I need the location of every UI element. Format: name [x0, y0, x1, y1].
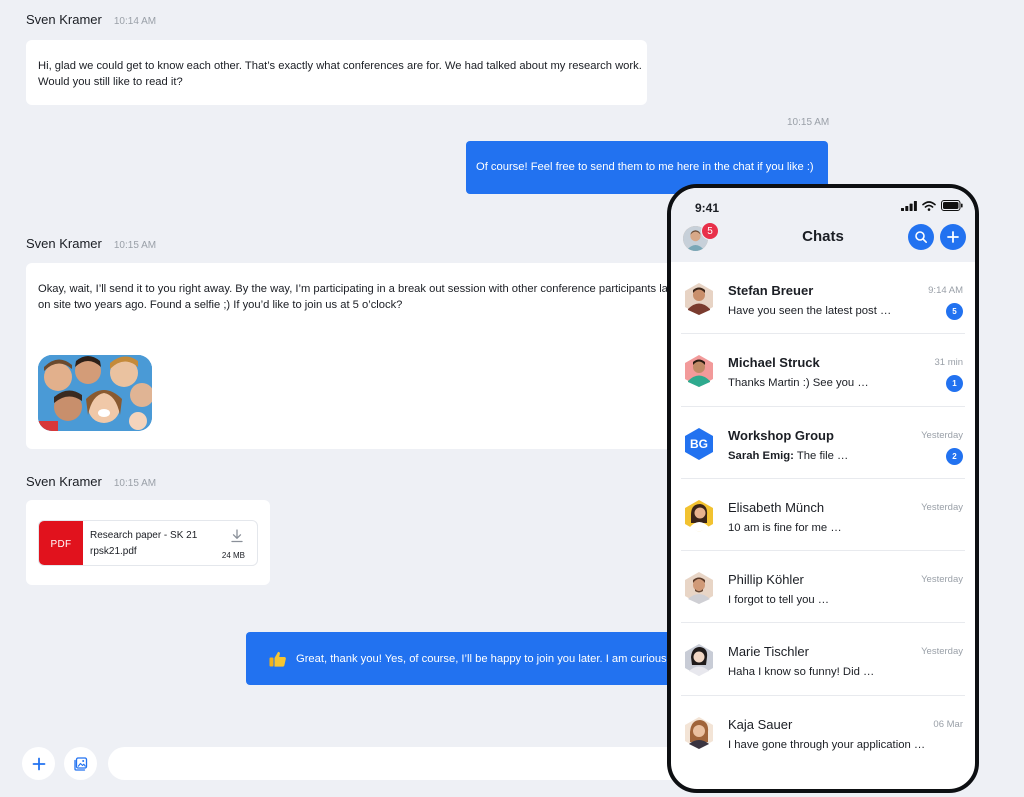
contact-name: Phillip Köhler — [728, 572, 804, 588]
message-text: Great, thank you! Yes, of course, I’ll b… — [296, 652, 667, 665]
unread-count-badge: 2 — [946, 447, 963, 465]
last-message: Thanks Martin :) See you … — [728, 377, 869, 390]
chat-list-item[interactable]: Michael Struck Thanks Martin :) See you … — [681, 334, 965, 407]
selfie-image — [38, 355, 152, 431]
message-text: The file … — [796, 449, 849, 462]
contact-avatar — [685, 499, 713, 532]
chat-list-item[interactable]: Kaja Sauer I have gone through your appl… — [681, 696, 965, 768]
last-message: I forgot to tell you … — [728, 594, 830, 607]
search-icon — [915, 231, 927, 243]
contact-avatar — [685, 283, 713, 315]
phone-mockup: 9:41 5 Chats Stefan Breuer Have you seen… — [667, 184, 979, 793]
status-icons — [901, 200, 963, 211]
incoming-message-1: Hi, glad we could get to know each other… — [26, 40, 647, 105]
outgoing-message-2: Great, thank you! Yes, of course, I’ll b… — [246, 632, 676, 685]
message-time: 10:15 AM — [787, 117, 830, 128]
sender-header-2: Sven Kramer 10:15 AM — [26, 236, 156, 251]
download-icon[interactable] — [229, 528, 245, 544]
plus-icon — [32, 757, 45, 770]
selfie-photo[interactable] — [38, 355, 152, 431]
chat-list-item[interactable]: Elisabeth Münch 10 am is fine for me … Y… — [681, 479, 965, 552]
contact-avatar — [685, 572, 713, 605]
contact-avatar — [685, 716, 713, 749]
group-avatar: BG — [682, 427, 716, 461]
message-time: 10:14 AM — [113, 16, 157, 27]
sender-name: Sven Kramer — [26, 474, 102, 489]
last-message: Sarah Emig: The file … — [728, 450, 848, 462]
contact-name: Stefan Breuer — [728, 283, 814, 298]
add-attachment-button[interactable] — [22, 747, 55, 780]
chat-time: 9:14 AM — [928, 285, 963, 296]
message-time: 10:15 AM — [113, 240, 157, 251]
chat-time: Yesterday — [921, 646, 963, 658]
plus-icon — [947, 231, 959, 243]
status-time: 9:41 — [695, 201, 720, 215]
contact-name: Kaja Sauer — [728, 716, 793, 732]
last-message: Have you seen the latest post … — [728, 305, 892, 317]
contact-name: Marie Tischler — [728, 644, 809, 660]
chat-time: Yesterday — [921, 429, 963, 441]
message-text-line: Hi, glad we could get to know each other… — [38, 60, 642, 72]
sender-name: Sven Kramer — [26, 12, 102, 27]
chat-time: 06 Mar — [933, 718, 963, 730]
contact-avatar — [685, 355, 713, 388]
phone-header: 9:41 5 Chats — [671, 188, 975, 262]
unread-count-badge: 5 — [946, 303, 963, 320]
chat-time: Yesterday — [921, 501, 963, 513]
search-button[interactable] — [908, 224, 934, 250]
sender-header-1: Sven Kramer 10:14 AM — [26, 12, 156, 27]
sender-header-3: Sven Kramer 10:15 AM — [26, 474, 156, 489]
message-text-line: Would you still like to read it? — [38, 76, 183, 88]
last-message: Haha I know so funny! Did … — [728, 666, 875, 679]
new-chat-button[interactable] — [940, 224, 966, 250]
chat-time: Yesterday — [921, 574, 963, 586]
unread-count-badge: 1 — [946, 375, 963, 393]
file-size: 24 MB — [221, 551, 245, 560]
signal-icon — [901, 200, 917, 211]
chat-list: Stefan Breuer Have you seen the latest p… — [671, 262, 975, 768]
group-initials: BG — [690, 436, 708, 451]
contact-avatar — [685, 644, 713, 677]
file-title: Research paper - SK 21 — [90, 530, 198, 541]
contact-name: Workshop Group — [728, 427, 834, 443]
chat-list-item[interactable]: Marie Tischler Haha I know so funny! Did… — [681, 623, 965, 696]
chat-time: 31 min — [934, 357, 963, 369]
file-name: rpsk21.pdf — [90, 546, 137, 557]
message-text-line: Okay, wait, I’ll send it to you right aw… — [38, 283, 668, 295]
chat-list-item[interactable]: BG Workshop Group Sarah Emig: The file …… — [681, 407, 965, 479]
message-text: Of course! Feel free to send them to me … — [476, 161, 814, 173]
message-time: 10:15 AM — [113, 478, 157, 489]
chat-list-item[interactable]: Phillip Köhler I forgot to tell you … Ye… — [681, 551, 965, 624]
battery-icon — [941, 200, 963, 211]
gallery-icon — [73, 756, 87, 771]
file-attachment[interactable]: PDF Research paper - SK 21 rpsk21.pdf 24… — [38, 520, 258, 566]
last-message: I have gone through your application … — [728, 738, 926, 751]
media-button[interactable] — [64, 747, 97, 780]
message-text-line: on site two years ago. Found a selfie ;)… — [38, 299, 403, 311]
thumbs-up-icon — [268, 649, 288, 669]
message-sender: Sarah Emig: — [728, 449, 794, 462]
pdf-icon: PDF — [39, 521, 83, 565]
chat-list-item[interactable]: Stefan Breuer Have you seen the latest p… — [681, 262, 965, 335]
contact-name: Elisabeth Münch — [728, 499, 825, 515]
wifi-icon — [922, 200, 936, 211]
contact-name: Michael Struck — [728, 355, 820, 371]
last-message: 10 am is fine for me … — [728, 521, 842, 534]
sender-name: Sven Kramer — [26, 236, 102, 251]
message-input[interactable] — [108, 747, 708, 780]
